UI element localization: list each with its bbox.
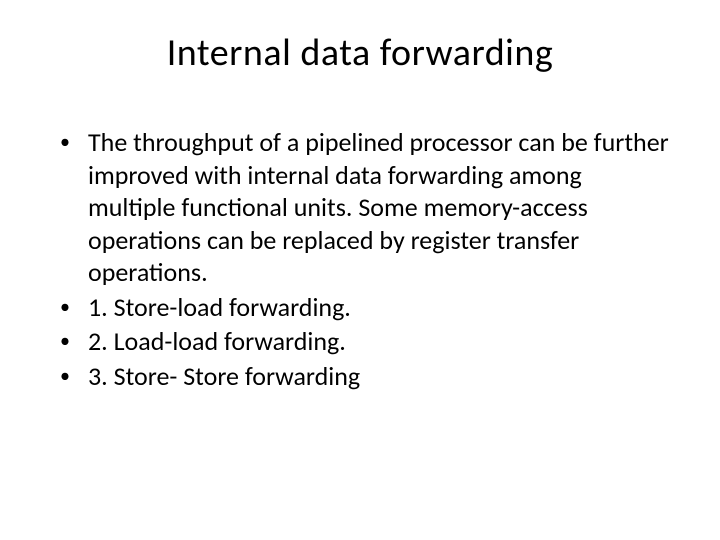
bullet-marker-icon: • — [60, 126, 88, 155]
slide-container: Internal data forwarding • The throughpu… — [0, 0, 720, 540]
bullet-item: • The throughput of a pipelined processo… — [60, 126, 670, 289]
slide-content: • The throughput of a pipelined processo… — [50, 126, 670, 392]
slide-title: Internal data forwarding — [50, 30, 670, 76]
bullet-text: 2. Load-load forwarding. — [88, 325, 670, 358]
bullet-marker-icon: • — [60, 291, 88, 320]
bullet-marker-icon: • — [60, 325, 88, 354]
bullet-item: • 1. Store-load forwarding. — [60, 291, 670, 324]
bullet-marker-icon: • — [60, 360, 88, 389]
bullet-text: 1. Store-load forwarding. — [88, 291, 670, 324]
bullet-item: • 2. Load-load forwarding. — [60, 325, 670, 358]
bullet-item: • 3. Store- Store forwarding — [60, 360, 670, 393]
bullet-text: The throughput of a pipelined processor … — [88, 126, 670, 289]
bullet-text: 3. Store- Store forwarding — [88, 360, 670, 393]
